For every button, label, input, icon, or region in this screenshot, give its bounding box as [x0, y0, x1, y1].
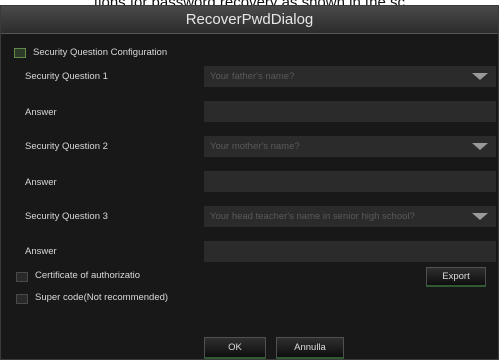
security-question-1-value: Your father's name?	[210, 71, 295, 82]
answer-2-input[interactable]	[204, 171, 496, 192]
super-code-label: Super code(Not recommended)	[35, 292, 169, 303]
security-question-config-label: Security Question Configuration	[33, 47, 168, 58]
certificate-checkbox[interactable]	[16, 272, 28, 282]
answer-1-label: Answer	[25, 107, 57, 118]
certificate-label: Certificate of authorizatio	[35, 270, 141, 281]
security-question-2-select[interactable]: Your mother's name?	[204, 136, 496, 157]
chevron-down-icon	[472, 73, 488, 80]
ok-button[interactable]: OK	[204, 337, 266, 359]
answer-3-input[interactable]	[204, 241, 496, 262]
security-question-3-value: Your head teacher's name in senior high …	[210, 211, 415, 222]
answer-3-label: Answer	[25, 246, 57, 257]
answer-1-input[interactable]	[204, 101, 496, 122]
security-question-1-label: Security Question 1	[25, 71, 108, 82]
security-question-3-select[interactable]: Your head teacher's name in senior high …	[204, 206, 496, 227]
answer-2-label: Answer	[25, 177, 57, 188]
security-question-3-label: Security Question 3	[25, 211, 108, 222]
super-code-checkbox[interactable]	[16, 294, 28, 304]
security-question-config-checkbox[interactable]	[14, 48, 26, 58]
security-question-1-select[interactable]: Your father's name?	[204, 66, 496, 87]
security-question-2-label: Security Question 2	[25, 141, 108, 152]
chevron-down-icon	[472, 213, 488, 220]
dialog-title: RecoverPwdDialog	[1, 6, 498, 34]
recover-password-dialog: RecoverPwdDialog Security Question Confi…	[0, 5, 499, 360]
export-button[interactable]: Export	[426, 267, 486, 287]
security-question-2-value: Your mother's name?	[210, 141, 300, 152]
cancel-button[interactable]: Annulla	[276, 337, 344, 359]
chevron-down-icon	[472, 143, 488, 150]
